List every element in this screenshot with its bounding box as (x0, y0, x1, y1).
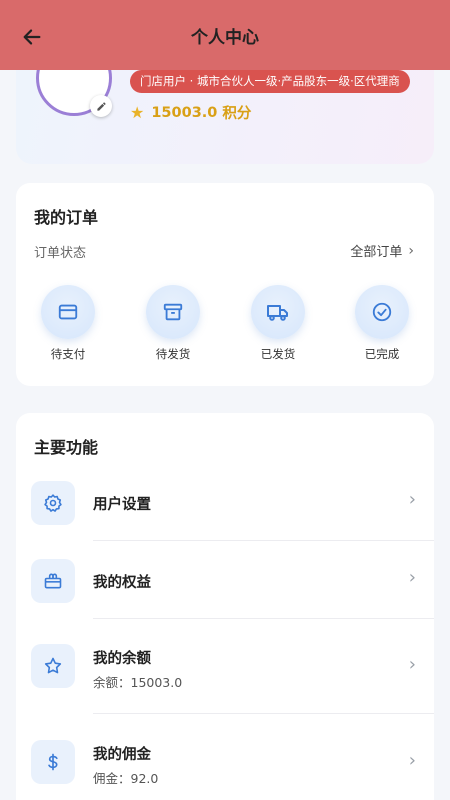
chevron-right-icon: › (408, 750, 416, 771)
function-name: 用户设置 (93, 497, 151, 513)
chevron-right-icon: › (408, 489, 416, 510)
divider (93, 713, 434, 714)
truck-icon (267, 305, 288, 321)
box-icon (163, 303, 183, 321)
function-name: 我的余额 (93, 651, 151, 667)
divider (93, 540, 434, 541)
my-balance-item[interactable]: 我的余额 余额：15003.0 › (16, 629, 434, 723)
gift-icon (44, 573, 62, 589)
order-status-pending-payment[interactable]: 待支付 (38, 285, 98, 362)
all-orders-link[interactable]: 全部订单 › (350, 241, 414, 261)
points-display: ★ 15003.0 积分 (130, 102, 251, 123)
order-status-completed[interactable]: 已完成 (352, 285, 412, 362)
role-badge: 门店用户 · 城市合伙人一级·产品股东一级·区代理商 (130, 70, 410, 93)
gift-icon-container (31, 559, 75, 603)
top-app-bar: 个人中心 (0, 0, 450, 70)
dollar-icon (48, 753, 58, 771)
back-arrow-icon (23, 29, 41, 45)
dollar-icon-container (31, 740, 75, 784)
order-status-label: 已完成 (364, 347, 400, 361)
main-functions-card: 主要功能 用户设置 › 我的权益 › 我的余额 余额：15003.0 › 我的佣… (16, 413, 434, 800)
order-status-shipped[interactable]: 已发货 (248, 285, 308, 362)
order-status-label: 订单状态 (34, 246, 87, 261)
chevron-right-icon: › (408, 654, 416, 675)
commission-value: 佣金：92.0 (93, 771, 159, 786)
pencil-icon (96, 101, 106, 111)
points-unit: 积分 (222, 106, 252, 122)
check-circle-icon (372, 302, 392, 322)
star-icon: ★ (130, 103, 145, 122)
order-status-label: 已发货 (260, 347, 296, 361)
divider (93, 618, 434, 619)
edit-avatar-button[interactable] (90, 95, 112, 117)
function-name: 我的权益 (93, 575, 151, 591)
balance-value: 余额：15003.0 (93, 675, 183, 690)
chevron-right-icon: › (408, 567, 416, 588)
order-status-label: 待发货 (155, 347, 191, 361)
card-icon (58, 304, 78, 320)
my-commission-item[interactable]: 我的佣金 佣金：92.0 › (16, 725, 434, 800)
chevron-right-icon: › (408, 242, 414, 259)
functions-title: 主要功能 (34, 438, 99, 457)
order-status-label: 待支付 (50, 347, 86, 361)
gear-icon-container (31, 481, 75, 525)
star-icon (44, 657, 62, 674)
gear-icon (44, 494, 62, 512)
all-orders-label: 全部订单 (350, 245, 403, 260)
function-name: 我的佣金 (93, 747, 151, 763)
back-button[interactable] (18, 23, 46, 51)
my-orders-card: 我的订单 订单状态 全部订单 › 待支付 待发货 已发货 已完成 (16, 183, 434, 386)
order-status-pending-shipment[interactable]: 待发货 (143, 285, 203, 362)
star-icon-container (31, 644, 75, 688)
orders-title: 我的订单 (34, 208, 99, 227)
page-title: 个人中心 (191, 27, 259, 48)
points-value: 15003.0 (151, 104, 218, 121)
